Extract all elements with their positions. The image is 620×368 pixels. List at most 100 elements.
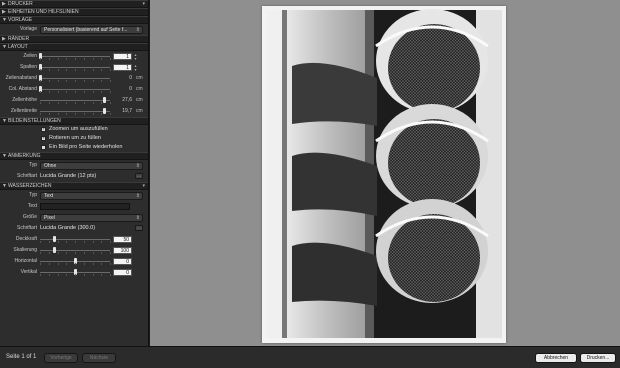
colabstand-slider[interactable] <box>39 86 111 93</box>
vorlage-select[interactable]: Personalisiert (basierend auf Seite f...… <box>40 25 143 34</box>
spalten-label: Spalten <box>20 64 37 70</box>
slider-tick <box>101 102 103 104</box>
skalierung-input[interactable]: 100 <box>113 246 132 254</box>
zeilen-input[interactable]: 1 <box>113 52 132 60</box>
slider-tick <box>92 69 94 71</box>
slider-tick <box>75 69 76 71</box>
typ-value: Ohne <box>44 162 57 169</box>
slider-tick <box>48 113 50 115</box>
slider-tick <box>92 80 94 82</box>
zeilen-label: Zeilen <box>23 53 37 59</box>
vertikal-input[interactable]: 0 <box>113 268 132 276</box>
gear-icon[interactable]: ▾ <box>142 183 145 189</box>
slider-tick <box>83 241 85 243</box>
deckkraft-row: Deckkraft 50 <box>0 234 148 245</box>
deckkraft-slider[interactable] <box>40 236 111 243</box>
zeilenabstand-value[interactable]: 0 <box>113 75 132 81</box>
section-anmerkung[interactable]: ▼ ANMERKUNG <box>0 152 148 160</box>
rotieren-checkbox[interactable] <box>41 135 46 141</box>
section-wasserzeichen[interactable]: ▼ WASSERZEICHEN ▾ <box>0 182 148 190</box>
slider-tick <box>92 58 94 60</box>
wz-groesse-select[interactable]: Pixel ⇕ <box>40 213 143 222</box>
slider-tick <box>66 91 68 93</box>
previous-button[interactable]: Vorherige <box>44 353 78 363</box>
wz-typ-row: Typ Text ⇕ <box>0 190 148 201</box>
zeilen-slider[interactable] <box>39 53 111 60</box>
zeilenabstand-slider[interactable] <box>39 75 111 82</box>
wz-typ-select[interactable]: Text ⇕ <box>40 191 143 200</box>
slider-tick <box>48 252 50 254</box>
colabstand-value[interactable]: 0 <box>113 86 132 92</box>
slider-tick <box>48 263 50 265</box>
section-title: BILDEINSTELLUNGEN <box>8 118 61 124</box>
zellenbreite-value[interactable]: 19,7 <box>113 108 132 114</box>
rotieren-option[interactable]: Rotieren um zu füllen <box>0 134 148 143</box>
einbild-option[interactable]: Ein Bild pro Seite wiederholen <box>0 143 148 152</box>
slider-tick <box>83 102 85 104</box>
horizontal-slider[interactable] <box>40 258 111 265</box>
slider-tick <box>92 274 94 276</box>
slider-tick <box>101 274 103 276</box>
slider-knob[interactable] <box>103 108 107 114</box>
slider-knob[interactable] <box>103 97 107 103</box>
skalierung-row: Skalierung 100 <box>0 245 148 256</box>
wz-text-input[interactable] <box>40 202 130 210</box>
section-layout[interactable]: ▼ LAYOUT <box>0 43 148 51</box>
zellenbreite-label: Zellenbreite <box>10 108 37 114</box>
skalierung-slider[interactable] <box>40 247 111 254</box>
section-raender[interactable]: ▶ RÄNDER <box>0 35 148 43</box>
next-button[interactable]: Nächste <box>82 353 116 363</box>
slider-tick <box>75 263 76 265</box>
stepper-icon[interactable]: ▴ ▾ <box>133 52 138 61</box>
triangle-icon: ▶ <box>2 9 6 15</box>
zoom-checkbox[interactable] <box>41 126 46 132</box>
slider-tick <box>57 69 59 71</box>
slider-tick <box>101 252 103 254</box>
stepper-icon[interactable]: ▴ ▾ <box>133 63 138 72</box>
colabstand-label: Col. Abstand <box>8 86 37 92</box>
slider-tick <box>40 274 41 276</box>
slider-tick <box>48 58 50 60</box>
einbild-checkbox[interactable] <box>41 144 46 150</box>
zellenbreite-slider[interactable] <box>40 108 111 115</box>
slider-tick <box>66 80 68 82</box>
typ-label: Typ <box>28 162 37 168</box>
section-title: RÄNDER <box>8 36 30 42</box>
slider-tick <box>101 263 103 265</box>
spalten-input[interactable]: 1 <box>113 63 132 71</box>
section-drucker[interactable]: ▶ DRUCKER ▾ <box>0 0 148 8</box>
section-title: VORLAGE <box>8 17 33 23</box>
slider-tick <box>66 252 68 254</box>
slider-tick <box>101 91 103 93</box>
zellenhoehe-value[interactable]: 27,6 <box>113 97 132 103</box>
section-einheiten[interactable]: ▶ EINHEITEN UND HILFSLINIEN <box>0 8 148 16</box>
zellenhoehe-label: Zellenhöhe <box>12 97 37 103</box>
zellenhoehe-slider[interactable] <box>40 97 111 104</box>
slider-tick <box>66 274 68 276</box>
slider-tick <box>92 241 94 243</box>
cancel-button[interactable]: Abbrechen <box>535 353 577 363</box>
section-vorlage[interactable]: ▼ VORLAGE <box>0 16 148 24</box>
gear-icon[interactable]: ▾ <box>142 1 145 7</box>
traffic-light-photo <box>266 9 502 338</box>
slider-knob[interactable] <box>53 236 56 242</box>
zoom-option[interactable]: Zoomen um auszufüllen <box>0 125 148 134</box>
vertikal-slider[interactable] <box>40 269 111 276</box>
deckkraft-input[interactable]: 50 <box>113 235 132 243</box>
slider-tick <box>57 113 59 115</box>
print-button[interactable]: Drucken... <box>580 353 616 363</box>
ellipsis-icon[interactable]: … <box>135 173 143 179</box>
ellipsis-icon[interactable]: … <box>135 225 143 231</box>
slider-tick <box>57 102 59 104</box>
slider-tick <box>66 113 68 115</box>
horizontal-input[interactable]: 0 <box>113 257 132 265</box>
einbild-label: Ein Bild pro Seite wiederholen <box>49 144 123 150</box>
slider-tick <box>83 263 85 265</box>
slider-tick <box>83 274 85 276</box>
slider-tick <box>83 252 85 254</box>
slider-knob[interactable] <box>53 247 56 253</box>
anmerkung-typ-select[interactable]: Ohne ⇕ <box>40 161 143 170</box>
spalten-slider[interactable] <box>39 64 111 71</box>
slider-tick <box>92 252 94 254</box>
section-bildeinstellungen[interactable]: ▼ BILDEINSTELLUNGEN <box>0 117 148 125</box>
